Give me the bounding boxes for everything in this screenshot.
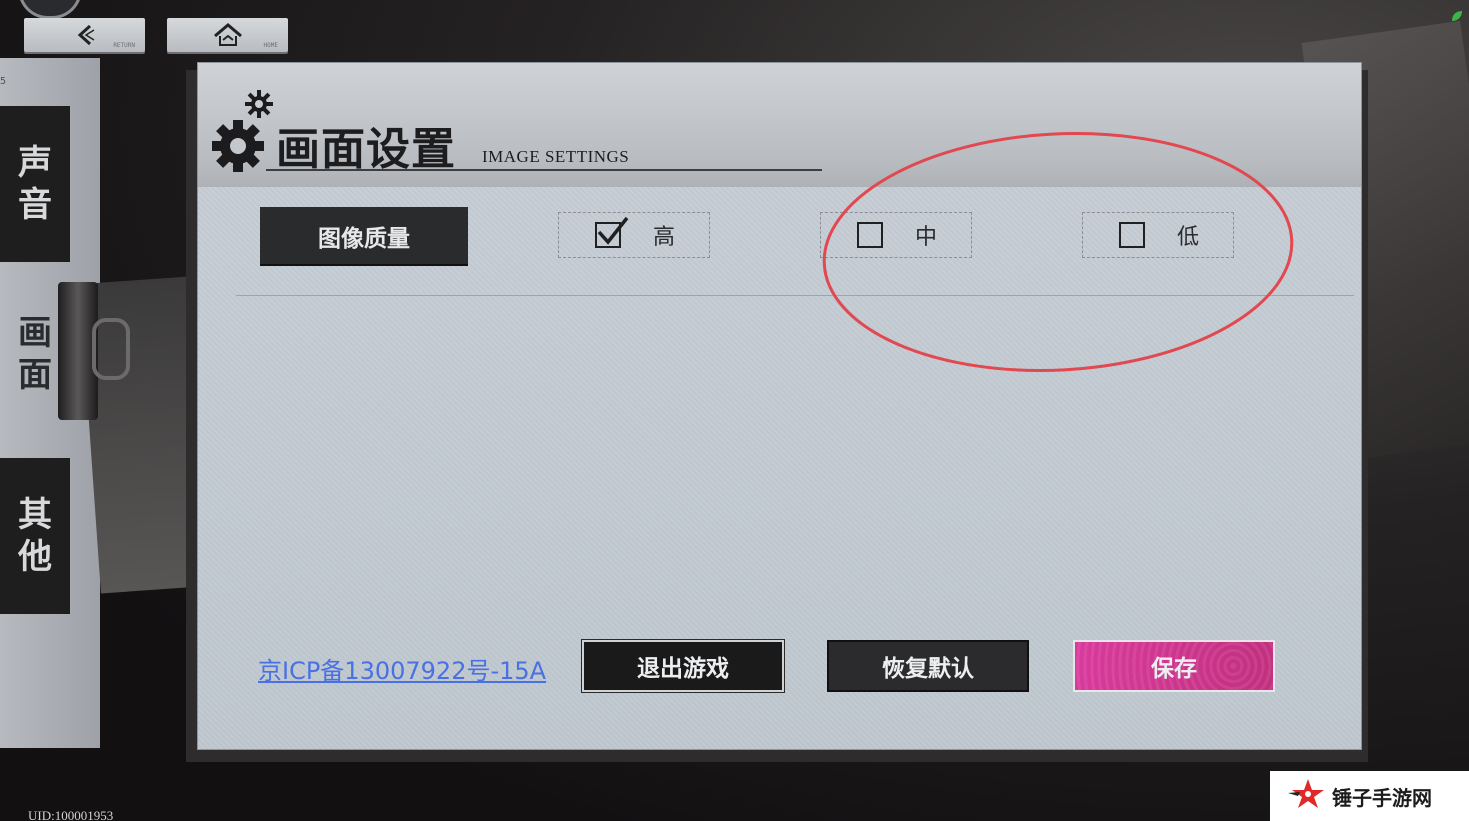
quit-game-button[interactable]: 退出游戏 <box>582 640 784 692</box>
star-logo-icon <box>1286 777 1326 815</box>
save-button[interactable]: 保存 <box>1073 640 1275 692</box>
binder-ring-decor <box>92 318 130 380</box>
tab-image[interactable]: 画 面 <box>0 276 70 432</box>
quality-medium-checkbox[interactable] <box>857 222 883 248</box>
quality-high-checkbox[interactable] <box>595 216 629 248</box>
page-number-decor: 5 <box>0 76 7 87</box>
chevron-left-icon <box>72 22 98 48</box>
image-quality-label: 图像质量 <box>260 207 468 264</box>
game-screen: 5 RETURN HOME 声 音 画 面 其 他 画面设置 IMAGE SET… <box>0 0 1469 821</box>
home-sub-label: HOME <box>263 42 278 49</box>
quality-option-low[interactable]: 低 <box>1082 212 1234 258</box>
checkmark-icon <box>595 214 631 254</box>
tab-sound[interactable]: 声 音 <box>0 106 70 262</box>
avatar[interactable] <box>18 0 82 19</box>
image-settings-panel: 画面设置 IMAGE SETTINGS 图像质量 高 中 低 京ICP备1300… <box>198 63 1361 749</box>
section-divider <box>236 295 1354 296</box>
back-sub-label: RETURN <box>113 42 135 49</box>
quality-option-medium[interactable]: 中 <box>820 212 972 258</box>
quality-low-label: 低 <box>1177 225 1200 250</box>
tab-image-label-2: 面 <box>18 355 52 395</box>
tab-other[interactable]: 其 他 <box>0 458 70 614</box>
watermark-text: 锤子手游网 <box>1332 785 1432 810</box>
tab-image-label-1: 画 <box>18 313 52 353</box>
quality-option-high[interactable]: 高 <box>558 212 710 258</box>
page-title: 画面设置 <box>276 124 456 175</box>
tab-other-label-1: 其 <box>18 495 52 535</box>
quality-high-label: 高 <box>653 225 676 250</box>
site-watermark: 锤子手游网 <box>1270 771 1469 821</box>
leaf-icon <box>1450 8 1464 27</box>
tab-other-label-2: 他 <box>18 537 52 577</box>
home-button[interactable]: HOME <box>167 18 288 52</box>
quality-medium-label: 中 <box>915 225 938 250</box>
home-icon <box>212 22 244 48</box>
page-subtitle: IMAGE SETTINGS <box>482 147 630 166</box>
back-button[interactable]: RETURN <box>24 18 145 52</box>
quality-low-checkbox[interactable] <box>1119 222 1145 248</box>
restore-default-button[interactable]: 恢复默认 <box>827 640 1029 692</box>
tab-sound-label-1: 声 <box>18 143 52 183</box>
icp-license-link[interactable]: 京ICP备13007922号-15A <box>258 651 546 686</box>
gear-icon <box>210 118 266 178</box>
tab-sound-label-2: 音 <box>18 185 52 225</box>
user-id: UID:100001953 <box>28 808 114 821</box>
title-underline <box>266 169 822 171</box>
